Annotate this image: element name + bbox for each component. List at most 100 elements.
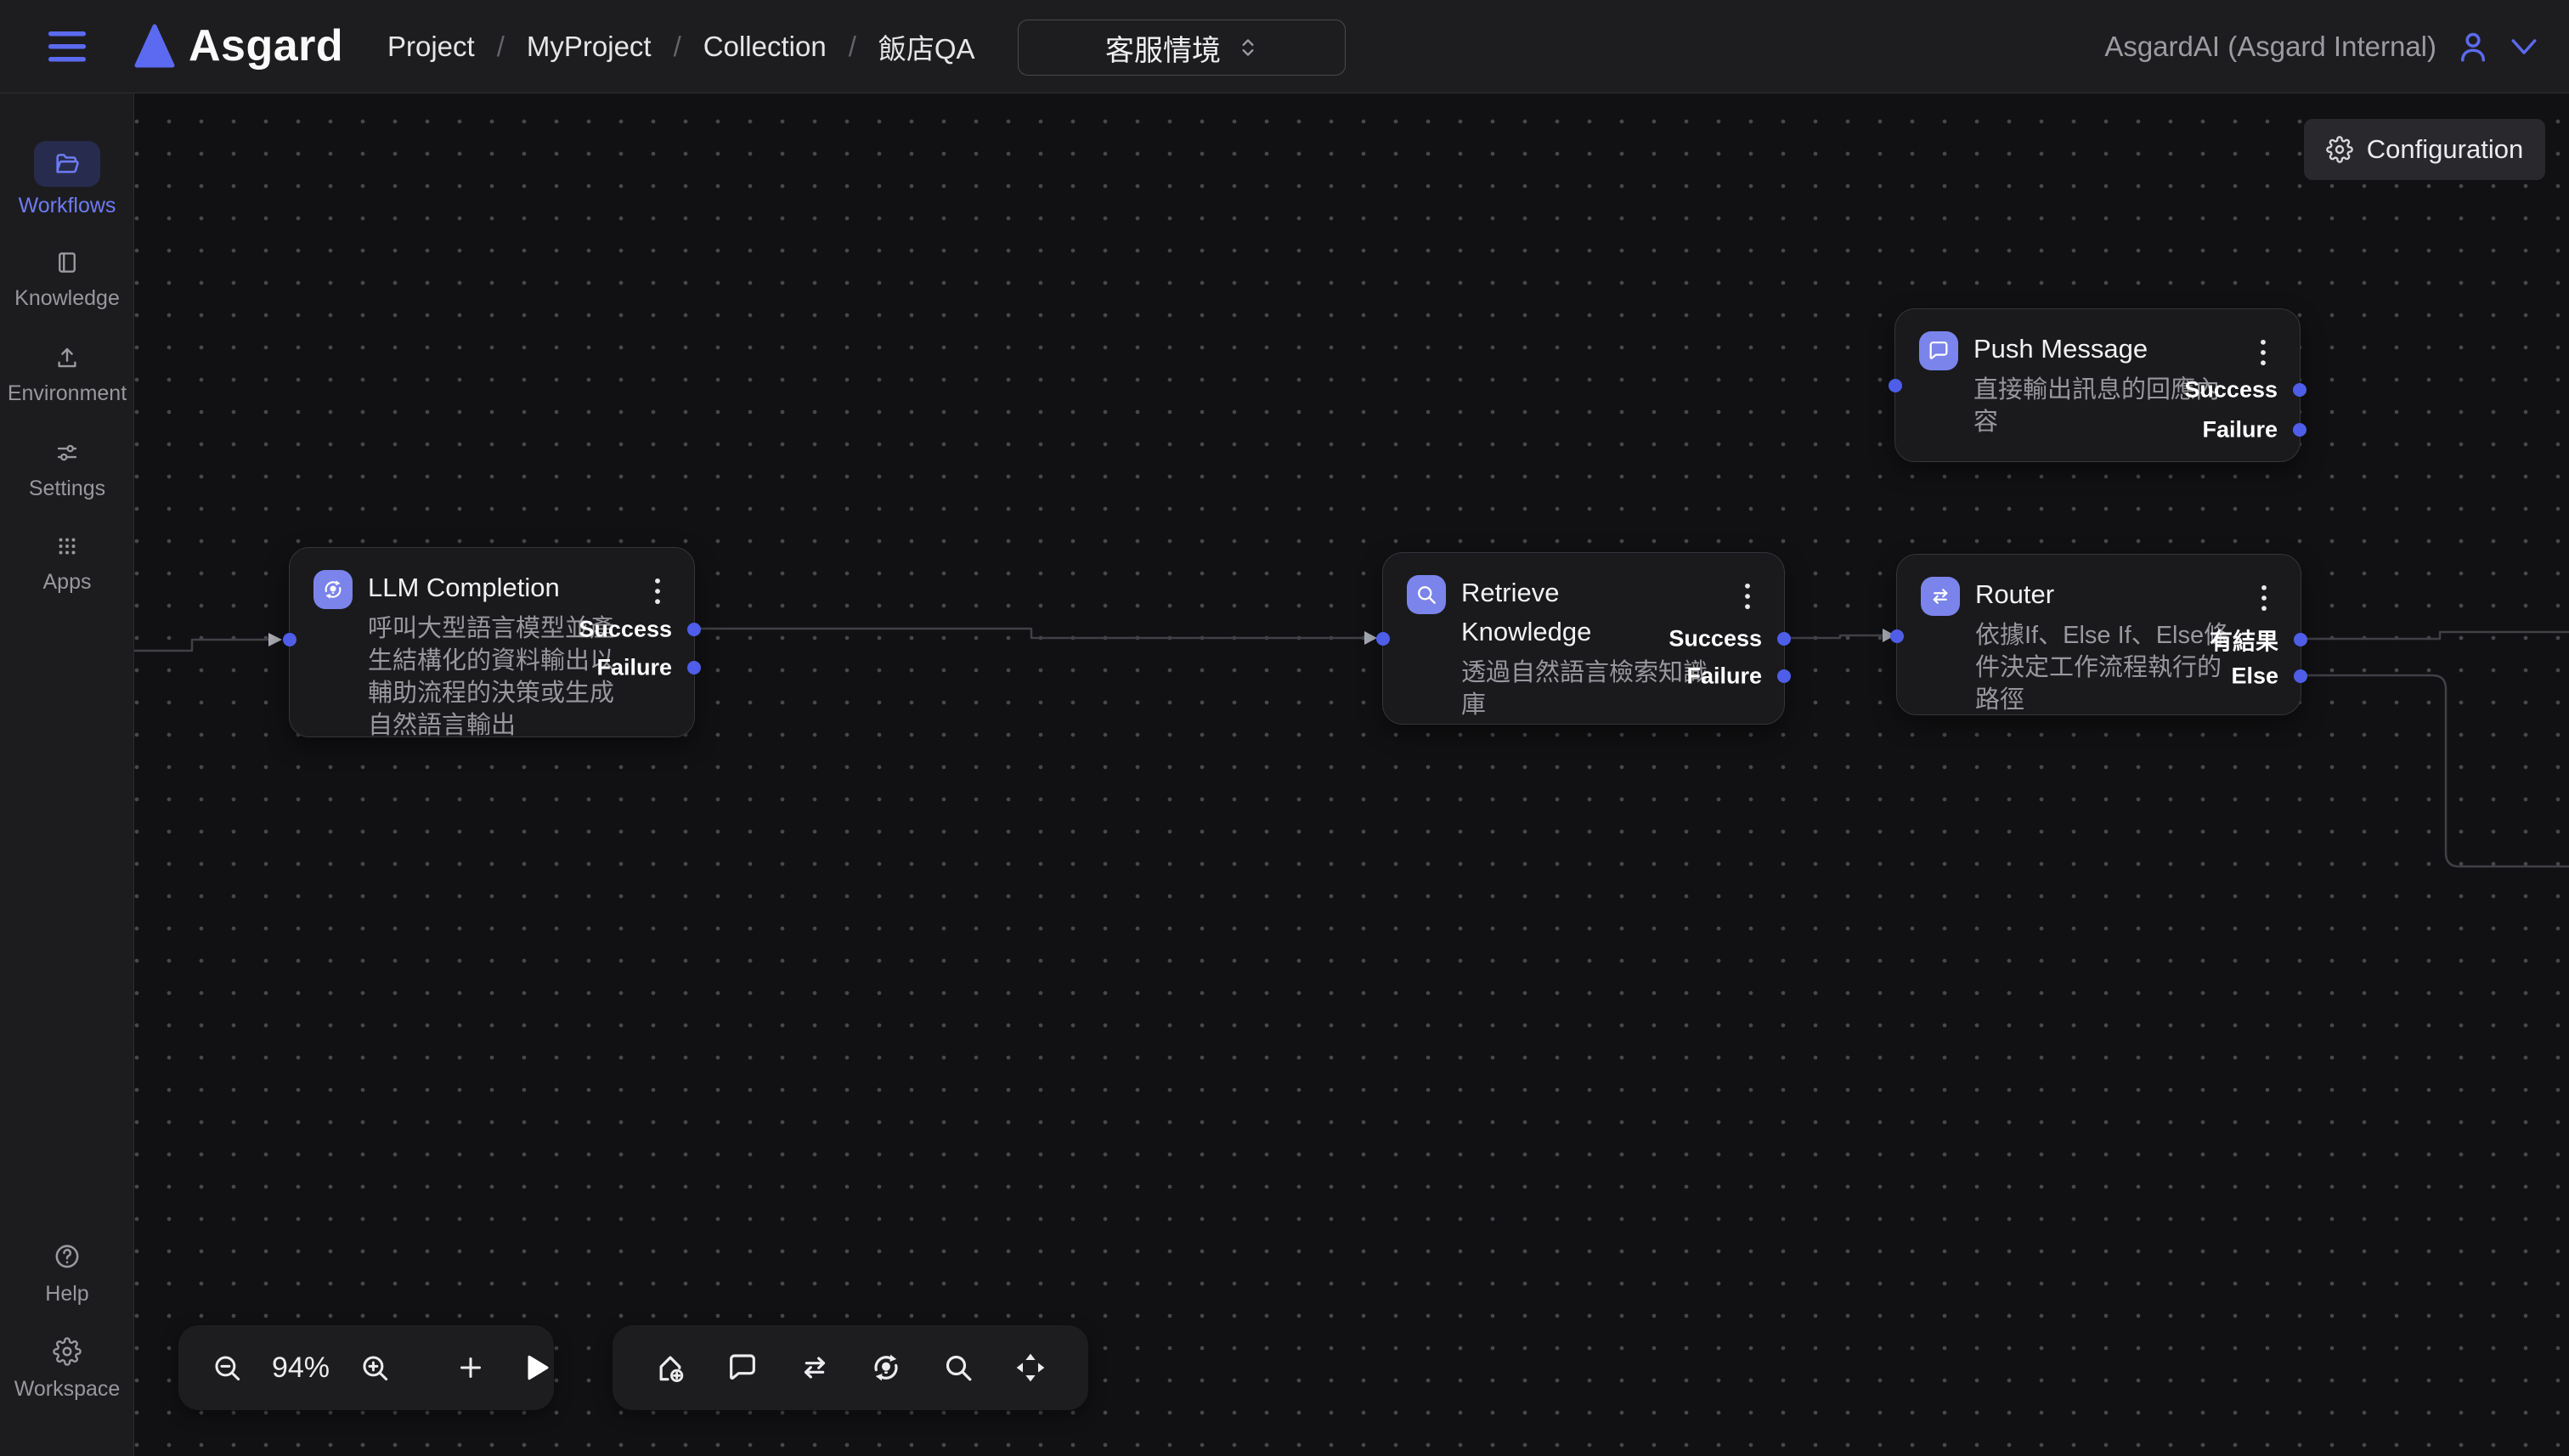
llm-tool-button[interactable] xyxy=(869,1351,903,1385)
sidebar-item-label: Workspace xyxy=(0,1377,134,1402)
input-port[interactable] xyxy=(1376,632,1390,646)
node-menu-button[interactable] xyxy=(2256,335,2271,370)
node-llm-completion[interactable]: LLM Completion 呼叫大型語言模型並產生結構化的資料輸出以輔助流程的… xyxy=(289,547,695,737)
node-menu-button[interactable] xyxy=(650,573,665,609)
apps-grid-icon xyxy=(54,533,80,559)
chat-bubble-icon xyxy=(1919,331,1958,370)
zoom-level: 94% xyxy=(265,1352,336,1385)
workflow-canvas[interactable] xyxy=(134,93,2569,1456)
breadcrumb-separator: / xyxy=(674,31,681,63)
input-port[interactable] xyxy=(1889,379,1902,392)
output-port-success[interactable] xyxy=(2293,383,2306,397)
node-menu-button[interactable] xyxy=(2256,580,2272,616)
sliders-icon xyxy=(54,440,80,466)
upload-icon xyxy=(54,345,80,370)
output-success: Success xyxy=(579,617,694,643)
breadcrumb-current[interactable]: 飯店QA xyxy=(878,26,975,67)
asgard-logo-icon xyxy=(134,24,175,68)
sidebar-item-workspace[interactable]: Workspace xyxy=(0,1337,134,1402)
llm-cycle-bulb-icon xyxy=(313,570,353,609)
run-workflow-button[interactable] xyxy=(522,1352,552,1383)
add-trigger-button[interactable] xyxy=(653,1351,687,1385)
node-title: LLM Completion xyxy=(368,568,628,607)
output-port-success[interactable] xyxy=(1777,632,1791,646)
search-tool-button[interactable] xyxy=(941,1351,975,1385)
zoom-out-icon xyxy=(211,1352,243,1384)
plus-icon xyxy=(455,1352,486,1383)
chevron-down-icon xyxy=(2510,36,2538,58)
node-menu-button[interactable] xyxy=(1740,578,1755,614)
zoom-in-button[interactable] xyxy=(359,1352,391,1384)
output-failure: Failure xyxy=(596,655,694,681)
llm-cycle-bulb-icon xyxy=(869,1351,903,1385)
select-updown-icon xyxy=(1238,35,1258,60)
output-port-success[interactable] xyxy=(687,623,701,636)
output-port-has-result[interactable] xyxy=(2294,633,2307,646)
router-tool-button[interactable] xyxy=(798,1351,832,1385)
node-retrieve-knowledge[interactable]: Retrieve Knowledge 透過自然語言檢索知識庫 Success F… xyxy=(1382,552,1785,725)
output-else: Else xyxy=(2231,663,2301,690)
book-icon xyxy=(54,250,80,275)
sidebar-item-label: Environment xyxy=(0,381,134,406)
move-diamond-icon xyxy=(1013,1351,1047,1385)
sidebar-item-apps[interactable]: Apps xyxy=(0,533,134,595)
sidebar-item-settings[interactable]: Settings xyxy=(0,440,134,501)
environment-select-value: 客服情境 xyxy=(1105,27,1221,69)
app-logo-text: Asgard xyxy=(189,20,343,71)
node-router[interactable]: Router 依據If、Else If、Else條件決定工作流程執行的路徑 有結… xyxy=(1896,554,2301,715)
zoom-out-button[interactable] xyxy=(211,1352,243,1384)
trigger-plus-icon xyxy=(653,1351,687,1385)
edge-arrow-icon xyxy=(268,633,282,646)
configuration-button[interactable]: Configuration xyxy=(2304,119,2545,180)
edge-router-result-out xyxy=(2301,632,2569,639)
node-title: Router xyxy=(1975,575,2235,614)
workflow-edges xyxy=(134,93,2569,1456)
input-port[interactable] xyxy=(1890,629,1904,643)
help-circle-icon xyxy=(53,1242,82,1271)
add-button[interactable] xyxy=(455,1352,486,1383)
sidebar-item-label: Knowledge xyxy=(0,286,134,311)
input-port[interactable] xyxy=(283,633,296,646)
account-menu[interactable]: AsgardAI (Asgard Internal) xyxy=(2104,0,2538,93)
breadcrumb: Project / MyProject / Collection / 飯店QA xyxy=(387,0,975,93)
output-port-failure[interactable] xyxy=(687,661,701,674)
sidebar-item-label: Workflows xyxy=(0,194,134,218)
breadcrumb-myproject[interactable]: MyProject xyxy=(527,31,652,63)
edge-llm-success-to-retrieve xyxy=(695,629,1364,638)
output-has-result: 有結果 xyxy=(2210,624,2301,657)
node-content: LLM Completion 呼叫大型語言模型並產生結構化的資料輸出以輔助流程的… xyxy=(368,568,628,742)
sidebar-item-label: Settings xyxy=(0,477,134,501)
edge-into-llm xyxy=(134,640,268,651)
breadcrumb-separator: / xyxy=(497,31,505,63)
sidebar-item-workflows[interactable]: Workflows xyxy=(0,141,134,218)
push-message-tool-button[interactable] xyxy=(726,1351,759,1385)
node-tools-toolbar xyxy=(613,1325,1088,1410)
zoom-in-icon xyxy=(359,1352,391,1384)
move-tool-button[interactable] xyxy=(1013,1351,1047,1385)
output-port-failure[interactable] xyxy=(1777,669,1791,683)
gear-icon xyxy=(2326,136,2353,163)
node-description: 依據If、Else If、Else條件決定工作流程執行的路徑 xyxy=(1975,619,2230,716)
node-title: Retrieve Knowledge xyxy=(1461,573,1640,652)
breadcrumb-collection[interactable]: Collection xyxy=(703,31,827,63)
gear-icon xyxy=(53,1337,82,1366)
output-port-else[interactable] xyxy=(2294,669,2307,683)
node-push-message[interactable]: Push Message 直接輸出訊息的回應內容 Success Failure xyxy=(1894,308,2301,462)
sidebar-item-label: Apps xyxy=(0,570,134,595)
output-success: Success xyxy=(2184,377,2300,404)
app-header: Asgard Project / MyProject / Collection … xyxy=(0,0,2569,93)
sidebar: Workflows Knowledge Environment Settings xyxy=(0,93,134,1456)
output-port-failure[interactable] xyxy=(2293,423,2306,437)
hamburger-menu-button[interactable] xyxy=(48,31,87,63)
sidebar-item-knowledge[interactable]: Knowledge xyxy=(0,250,134,311)
sidebar-item-environment[interactable]: Environment xyxy=(0,345,134,406)
environment-select[interactable]: 客服情境 xyxy=(1018,20,1346,76)
output-failure: Failure xyxy=(1686,663,1784,690)
edge-arrow-icon xyxy=(1364,631,1377,645)
folder-icon xyxy=(54,150,81,178)
hamburger-icon xyxy=(48,31,87,63)
node-title: Push Message xyxy=(1973,330,2233,369)
configuration-label: Configuration xyxy=(2367,134,2523,165)
sidebar-item-help[interactable]: Help xyxy=(0,1242,134,1306)
breadcrumb-project[interactable]: Project xyxy=(387,31,475,63)
